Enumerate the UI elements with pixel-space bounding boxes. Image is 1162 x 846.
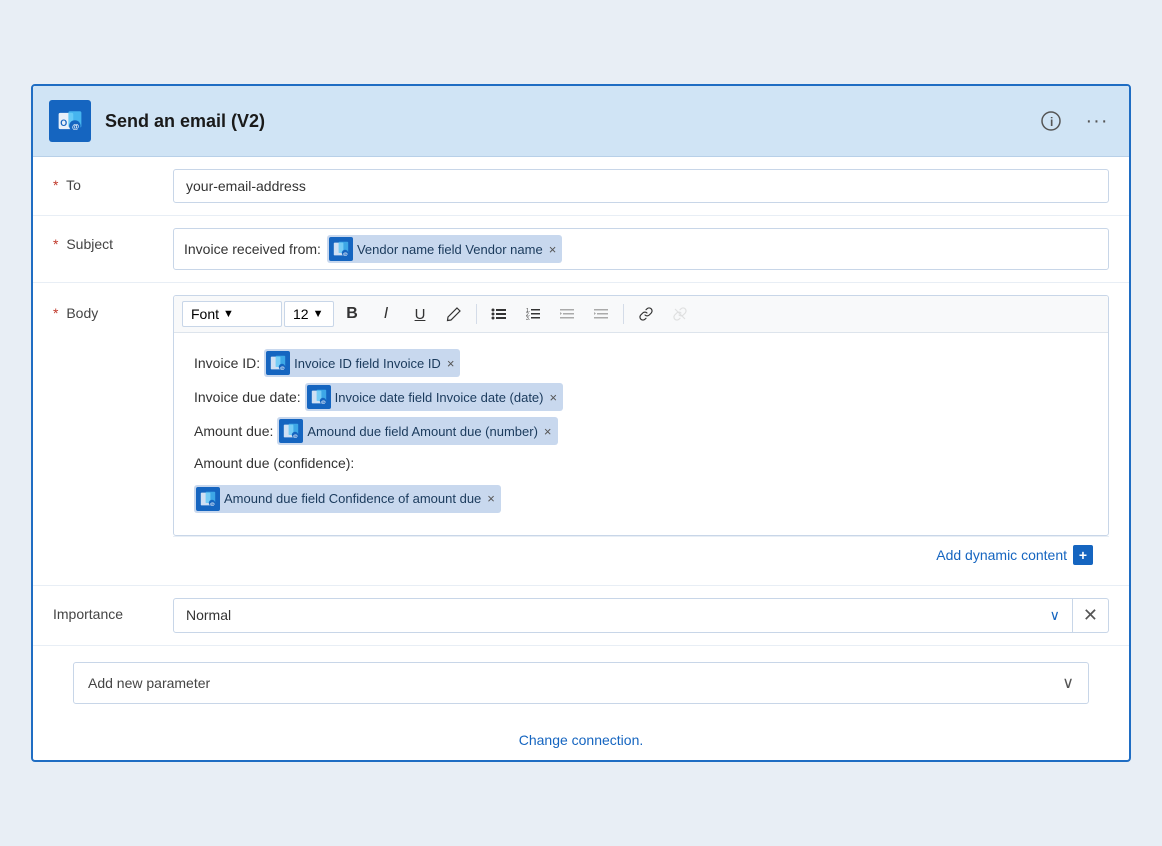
- to-required-star: *: [53, 177, 58, 193]
- body-line-due-date: Invoice due date: @: [194, 383, 1088, 411]
- svg-text:@: @: [343, 252, 348, 258]
- email-card: O @ Send an email (V2) i ··· * To: [31, 84, 1131, 761]
- body-required-star: *: [53, 305, 58, 321]
- font-size-select[interactable]: 12 ▼: [284, 301, 334, 327]
- subject-token: @ Vendor name field Vendor name ×: [327, 235, 562, 263]
- invoice-id-token-label: Invoice ID field Invoice ID: [294, 352, 441, 375]
- invoice-date-token-remove[interactable]: ×: [548, 391, 558, 404]
- add-param-chevron-icon: ∨: [1062, 673, 1074, 693]
- footer: Change connection.: [33, 720, 1129, 760]
- subject-required-star: *: [53, 236, 58, 252]
- confidence-token-remove[interactable]: ×: [485, 492, 495, 505]
- body-content[interactable]: Invoice ID: @: [174, 333, 1108, 534]
- font-size-dropdown-icon: ▼: [313, 308, 324, 320]
- header-actions: i ···: [1035, 105, 1113, 137]
- body-toolbar: Font ▼ 12 ▼ B I: [174, 296, 1108, 333]
- body-label: * Body: [53, 295, 173, 321]
- decrease-indent-button[interactable]: [551, 300, 583, 328]
- subject-token-icon: @: [329, 237, 353, 261]
- svg-text:@: @: [280, 366, 285, 372]
- invoice-date-token: @ Invoice date field Invoice date (date)…: [305, 383, 563, 411]
- increase-indent-button[interactable]: [585, 300, 617, 328]
- body-row: * Body Font ▼ 12 ▼: [33, 283, 1129, 585]
- importance-dropdown-icon: ∨: [1050, 607, 1060, 624]
- invoice-date-token-label: Invoice date field Invoice date (date): [335, 386, 544, 409]
- importance-control: Normal ∨ ✕: [173, 598, 1109, 633]
- invoice-id-token: @ Invoice ID field Invoice ID ×: [264, 349, 460, 377]
- to-label: * To: [53, 169, 173, 193]
- body-wrap: Font ▼ 12 ▼ B I: [173, 295, 1109, 572]
- subject-token-remove[interactable]: ×: [547, 243, 557, 256]
- confidence-token-label: Amound due field Confidence of amount du…: [224, 487, 481, 510]
- subject-text: Invoice received from:: [184, 241, 321, 257]
- svg-text:i: i: [1050, 115, 1053, 129]
- outlook-icon: O @: [49, 100, 91, 142]
- toolbar-divider-2: [623, 304, 624, 324]
- bold-button[interactable]: B: [336, 300, 368, 328]
- confidence-token-icon: @: [196, 487, 220, 511]
- clear-icon: ✕: [1083, 605, 1098, 626]
- subject-input-wrap: Invoice received from: @ Vendor name fie…: [173, 228, 1109, 270]
- pen-button[interactable]: [438, 300, 470, 328]
- unordered-list-button[interactable]: [483, 300, 515, 328]
- svg-text:3.: 3.: [526, 316, 530, 321]
- link-button[interactable]: [630, 300, 662, 328]
- svg-text:@: @: [293, 434, 298, 440]
- svg-text:@: @: [72, 123, 79, 132]
- body-line-due-date-text: Invoice due date:: [194, 385, 301, 410]
- importance-select[interactable]: Normal ∨: [173, 598, 1073, 633]
- plus-icon: +: [1073, 545, 1093, 565]
- amount-due-token-icon: @: [279, 419, 303, 443]
- toolbar-divider-1: [476, 304, 477, 324]
- invoice-id-token-remove[interactable]: ×: [445, 357, 455, 370]
- to-row: * To: [33, 157, 1129, 216]
- add-dynamic-content-label: Add dynamic content: [936, 547, 1067, 563]
- info-button[interactable]: i: [1035, 105, 1067, 137]
- add-new-parameter-button[interactable]: Add new parameter ∨: [73, 662, 1089, 704]
- importance-clear-button[interactable]: ✕: [1073, 598, 1109, 633]
- importance-row: Importance Normal ∨ ✕: [33, 586, 1129, 646]
- body-line-amount-due: Amount due: @: [194, 417, 1088, 445]
- underline-button[interactable]: U: [404, 300, 436, 328]
- body-line-invoice-id: Invoice ID: @: [194, 349, 1088, 377]
- font-select[interactable]: Font ▼: [182, 301, 282, 327]
- to-input[interactable]: [173, 169, 1109, 203]
- body-line-confidence: Amount due (confidence): @: [194, 451, 1088, 512]
- more-options-button[interactable]: ···: [1081, 105, 1113, 137]
- body-line-amount-due-text: Amount due:: [194, 419, 273, 444]
- svg-text:O: O: [60, 118, 67, 128]
- amount-due-token-label: Amound due field Amount due (number): [307, 420, 538, 443]
- subject-row: * Subject Invoice received from: @: [33, 216, 1129, 283]
- unlink-button[interactable]: [664, 300, 696, 328]
- add-param-section: Add new parameter ∨: [33, 646, 1129, 720]
- importance-control-wrap: Normal ∨ ✕: [173, 598, 1109, 633]
- svg-text:@: @: [210, 501, 215, 507]
- amount-due-token-remove[interactable]: ×: [542, 425, 552, 438]
- amount-due-token: @ Amound due field Amount due (number) ×: [277, 417, 557, 445]
- header-title: Send an email (V2): [105, 111, 1035, 132]
- subject-box[interactable]: Invoice received from: @ Vendor name fie…: [173, 228, 1109, 270]
- body-line-invoice-id-text: Invoice ID:: [194, 351, 260, 376]
- subject-label: * Subject: [53, 228, 173, 252]
- confidence-token: @ Amound due field Confidence of amount …: [194, 485, 501, 513]
- font-dropdown-icon: ▼: [223, 308, 234, 320]
- add-dynamic-row: Add dynamic content +: [173, 536, 1109, 573]
- body-editor: Font ▼ 12 ▼ B I: [173, 295, 1109, 535]
- subject-token-label: Vendor name field Vendor name: [357, 242, 543, 257]
- ordered-list-button[interactable]: 1. 2. 3.: [517, 300, 549, 328]
- body-line-confidence-text: Amount due (confidence):: [194, 451, 354, 476]
- form-body: * To * Subject Invoice received from:: [33, 157, 1129, 645]
- svg-text:@: @: [321, 400, 326, 406]
- add-dynamic-content-button[interactable]: Add dynamic content +: [936, 545, 1093, 565]
- italic-button[interactable]: I: [370, 300, 402, 328]
- change-connection-link[interactable]: Change connection.: [519, 732, 644, 748]
- invoice-id-token-icon: @: [266, 351, 290, 375]
- to-input-wrap: [173, 169, 1109, 203]
- card-header: O @ Send an email (V2) i ···: [33, 86, 1129, 157]
- invoice-date-token-icon: @: [307, 385, 331, 409]
- importance-label: Importance: [53, 598, 173, 622]
